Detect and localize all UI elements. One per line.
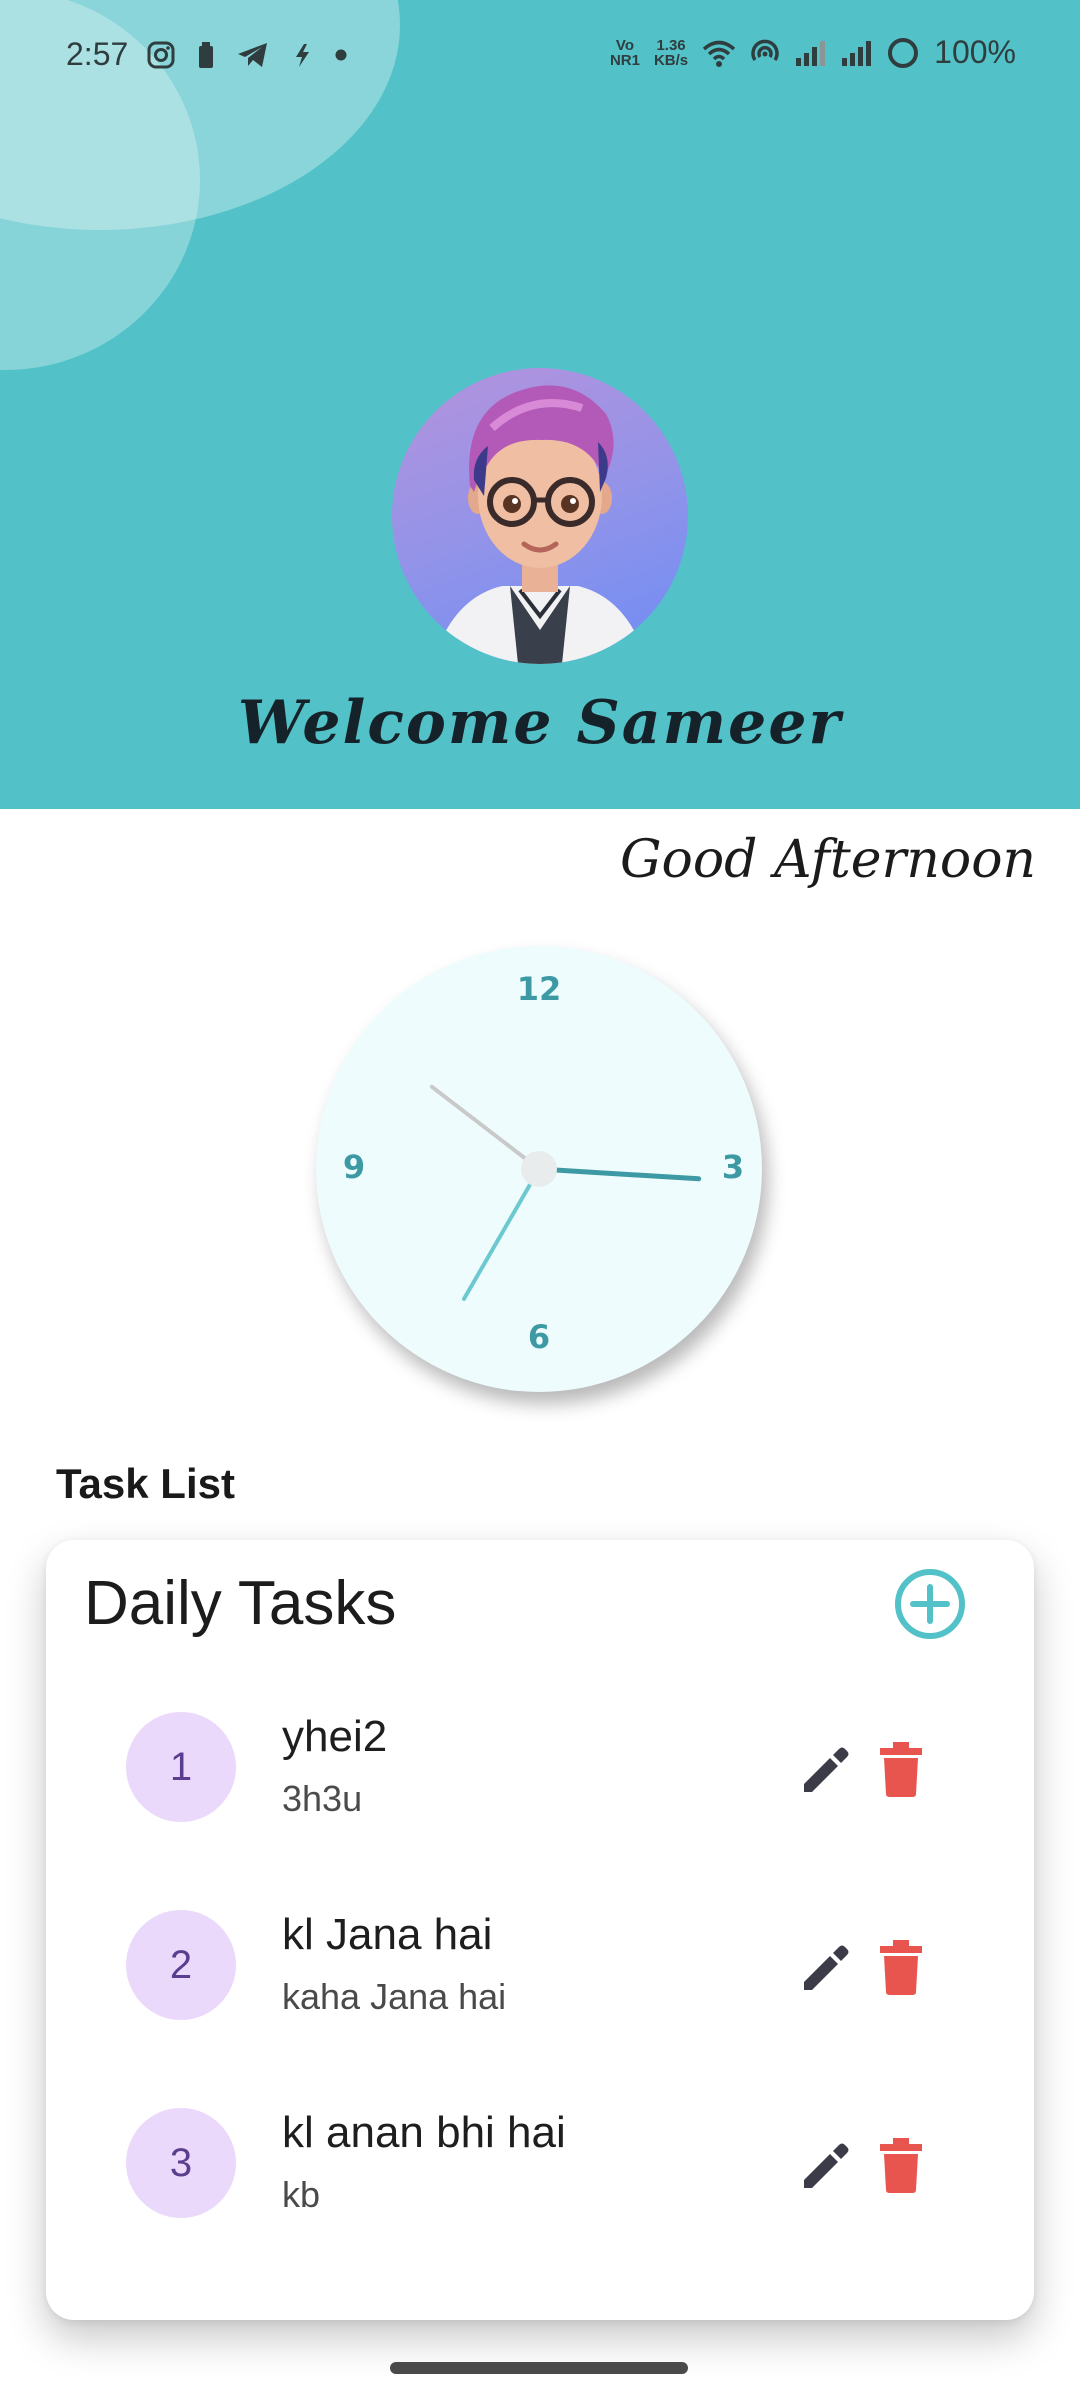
- notification-icons: [146, 40, 348, 70]
- pencil-icon: [804, 2143, 849, 2188]
- battery-icon: [886, 36, 920, 70]
- trash-icon: [880, 1940, 922, 1995]
- home-indicator[interactable]: [390, 2362, 688, 2374]
- avatar[interactable]: [392, 368, 688, 664]
- trash-icon: [880, 1742, 922, 1797]
- task-subtitle: 3h3u: [282, 1778, 363, 1819]
- hotspot-icon: [750, 38, 780, 68]
- trash-icon: [880, 2138, 922, 2193]
- edit-task-button[interactable]: [798, 1940, 854, 1996]
- analog-clock: 12 3 6 9: [316, 946, 762, 1392]
- clock-minute-hand: [536, 1166, 702, 1182]
- task-number-badge: 1: [126, 1712, 236, 1822]
- task-number-badge: 3: [126, 2108, 236, 2218]
- greeting-text: Good Afternoon: [620, 830, 1036, 890]
- header: 2:57 Vo NR1 1.36 KB/s 100% Welcome Samee…: [0, 0, 1080, 809]
- signal-icon-sim1: [794, 38, 826, 68]
- task-row[interactable]: 1 yhei2 3h3u: [46, 1690, 1034, 1840]
- delete-task-button[interactable]: [876, 2136, 926, 2194]
- welcome-heading: Welcome Sameer: [237, 688, 843, 758]
- pencil-icon: [804, 1747, 849, 1792]
- battery-saver-icon: [196, 40, 216, 70]
- card-title: Daily Tasks: [84, 1569, 397, 1638]
- task-title: yhei2: [282, 1712, 388, 1761]
- app-notification-icon: [290, 40, 314, 70]
- daily-tasks-card: Daily Tasks 1 yhei2 3h3u 2 kl Jana hai k…: [46, 1540, 1034, 2320]
- instagram-icon: [146, 40, 176, 70]
- clock-hands: [429, 1084, 702, 1301]
- add-circle-icon: [895, 1569, 965, 1639]
- delete-task-button[interactable]: [876, 1740, 926, 1798]
- signal-icon-sim2: [840, 38, 872, 68]
- delete-task-button[interactable]: [876, 1938, 926, 1996]
- edit-task-button[interactable]: [798, 1742, 854, 1798]
- system-status-icons: Vo NR1 1.36 KB/s 100%: [610, 34, 1016, 71]
- task-title: kl Jana hai: [282, 1910, 493, 1959]
- task-row[interactable]: 3 kl anan bhi hai kb: [46, 2086, 1034, 2236]
- clock-second-hand: [462, 1167, 541, 1301]
- add-task-button[interactable]: [894, 1568, 966, 1640]
- more-notifications-icon: [334, 40, 348, 70]
- edit-task-button[interactable]: [798, 2138, 854, 2194]
- clock-center-cap: [521, 1151, 557, 1187]
- task-row[interactable]: 2 kl Jana hai kaha Jana hai: [46, 1888, 1034, 2038]
- network-speed: 1.36 KB/s: [653, 36, 689, 69]
- telegram-icon: [236, 40, 270, 70]
- status-time: 2:57: [66, 36, 129, 72]
- pencil-icon: [804, 1945, 849, 1990]
- task-subtitle: kb: [282, 2174, 321, 2215]
- battery-percent: 100%: [934, 34, 1016, 70]
- volte-indicator: Vo NR1: [609, 36, 640, 69]
- task-title: kl anan bhi hai: [282, 2108, 566, 2157]
- task-number-badge: 2: [126, 1910, 236, 2020]
- status-bar: 2:57 Vo NR1 1.36 KB/s 100%: [0, 0, 1080, 112]
- task-subtitle: kaha Jana hai: [282, 1976, 507, 2017]
- wifi-icon: [702, 38, 736, 68]
- task-list-label: Task List: [56, 1460, 235, 1507]
- clock-hour-hand: [429, 1084, 541, 1171]
